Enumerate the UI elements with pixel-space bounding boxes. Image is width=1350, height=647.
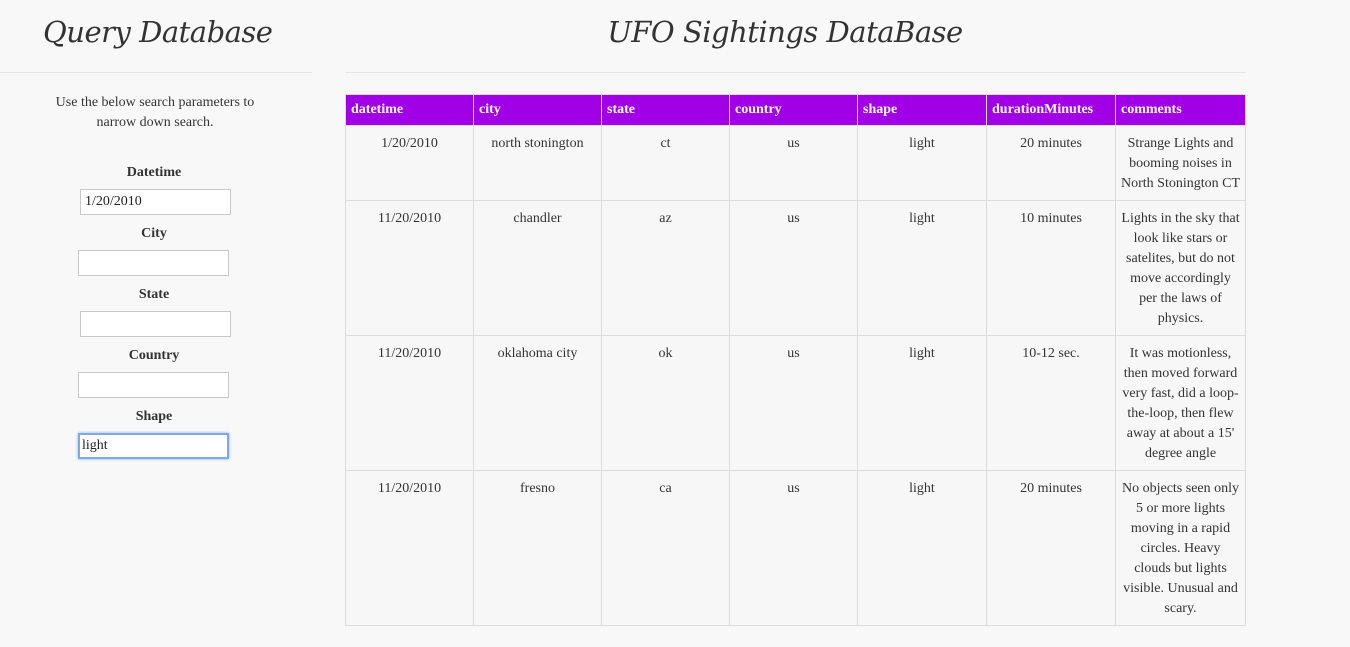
- cell-comments: No objects seen only 5 or more lights mo…: [1115, 470, 1246, 626]
- search-instructions: Use the below search parameters to narro…: [55, 95, 255, 130]
- cell-datetime: 11/20/2010: [345, 335, 474, 471]
- sidebar: Query Database Use the below search para…: [0, 0, 312, 647]
- cell-shape: light: [857, 200, 987, 336]
- table-row: 11/20/2010 chandler az us light 10 minut…: [345, 200, 1246, 336]
- column-header: country: [729, 94, 858, 126]
- page-title: UFO Sightings DataBase: [607, 15, 963, 49]
- cell-duration: 20 minutes: [986, 470, 1116, 626]
- cell-duration: 20 minutes: [986, 125, 1116, 201]
- city-input[interactable]: [78, 250, 229, 276]
- cell-country: us: [729, 335, 858, 471]
- cell-comments: It was motionless, then moved forward ve…: [1115, 335, 1246, 471]
- cell-datetime: 11/20/2010: [345, 470, 474, 626]
- cell-country: us: [729, 125, 858, 201]
- cell-country: us: [729, 200, 858, 336]
- cell-state: ok: [601, 335, 730, 471]
- cell-shape: light: [857, 470, 987, 626]
- cell-country: us: [729, 470, 858, 626]
- column-header: city: [473, 94, 602, 126]
- cell-datetime: 11/20/2010: [345, 200, 474, 336]
- cell-datetime: 1/20/2010: [345, 125, 474, 201]
- cell-comments: Lights in the sky that look like stars o…: [1115, 200, 1246, 336]
- table-row: 11/20/2010 oklahoma city ok us light 10-…: [345, 335, 1246, 471]
- cell-duration: 10-12 sec.: [986, 335, 1116, 471]
- cell-duration: 10 minutes: [986, 200, 1116, 336]
- shape-input[interactable]: [78, 433, 229, 459]
- country-label: Country: [128, 348, 180, 363]
- cell-city: oklahoma city: [473, 335, 602, 471]
- cell-state: az: [601, 200, 730, 336]
- results-table: datetime city state country shape durati…: [345, 94, 1246, 626]
- column-header: state: [601, 94, 730, 126]
- cell-city: north stonington: [473, 125, 602, 201]
- datetime-input[interactable]: [80, 189, 231, 215]
- column-header: durationMinutes: [986, 94, 1116, 126]
- sidebar-title: Query Database: [43, 15, 273, 49]
- country-input[interactable]: [78, 372, 229, 398]
- state-label: State: [138, 287, 170, 302]
- column-header: datetime: [345, 94, 474, 126]
- datetime-label: Datetime: [126, 165, 182, 180]
- cell-city: fresno: [473, 470, 602, 626]
- city-label: City: [141, 226, 167, 241]
- cell-shape: light: [857, 335, 987, 471]
- cell-shape: light: [857, 125, 987, 201]
- cell-city: chandler: [473, 200, 602, 336]
- state-input[interactable]: [80, 311, 231, 337]
- table-row: 1/20/2010 north stonington ct us light 2…: [345, 125, 1246, 201]
- cell-state: ca: [601, 470, 730, 626]
- table-row: 11/20/2010 fresno ca us light 20 minutes…: [345, 470, 1246, 626]
- cell-comments: Strange Lights and booming noises in Nor…: [1115, 125, 1246, 201]
- shape-label: Shape: [135, 409, 173, 424]
- column-header: shape: [857, 94, 987, 126]
- table-header-row: datetime city state country shape durati…: [345, 94, 1246, 126]
- sidebar-divider: [0, 72, 312, 73]
- main-divider: [345, 72, 1245, 73]
- cell-state: ct: [601, 125, 730, 201]
- column-header: comments: [1115, 94, 1246, 126]
